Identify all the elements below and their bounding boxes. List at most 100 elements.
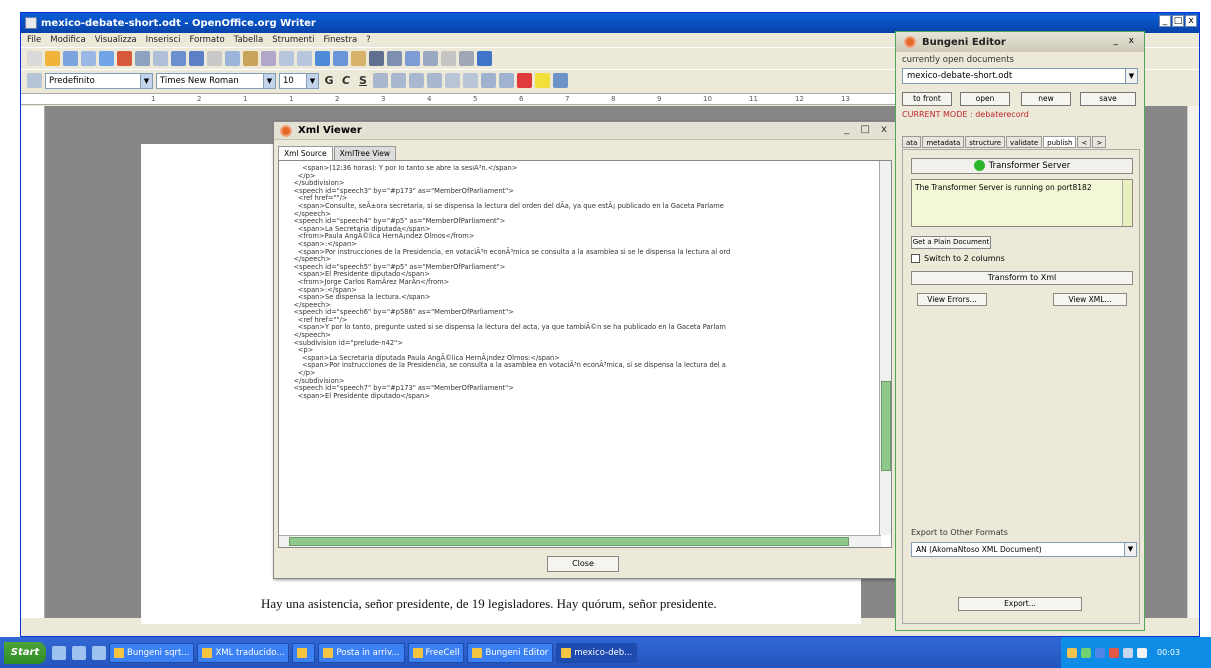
tab-metadata[interactable]: metadata	[922, 136, 965, 148]
horizontal-ruler[interactable]: 1 2 1 1 2 3 4 5 6 7 8 9 10 11 12 13	[21, 93, 901, 105]
transformer-server-button[interactable]: Transformer Server	[911, 158, 1133, 174]
underline-icon[interactable]: S	[356, 74, 370, 88]
start-button[interactable]: Start	[4, 641, 46, 664]
print-icon[interactable]	[135, 51, 150, 66]
export-pdf-icon[interactable]	[117, 51, 132, 66]
taskbar-item[interactable]: Posta in arriv...	[318, 642, 405, 663]
justify-icon[interactable]	[427, 73, 442, 88]
new-button[interactable]: new	[1021, 92, 1071, 106]
tab-xmltree-view[interactable]: XmlTree View	[333, 146, 397, 160]
tray-icon[interactable]	[1095, 647, 1105, 658]
chevron-down-icon[interactable]: ▼	[306, 73, 318, 88]
redo-icon[interactable]	[297, 51, 312, 66]
tab-scroll-left[interactable]: <	[1077, 136, 1092, 148]
chevron-down-icon[interactable]: ▼	[140, 73, 152, 88]
xml-source-text[interactable]: <span>(12:36 horas): Y por lo tanto se a…	[285, 165, 870, 400]
plain-document-button[interactable]: Get a Plain Document	[911, 236, 991, 249]
help-icon[interactable]	[477, 51, 492, 66]
menu-help[interactable]: ?	[366, 35, 371, 45]
xml-viewer-title-bar[interactable]: Xml Viewer	[274, 122, 897, 140]
taskbar-item[interactable]	[292, 642, 316, 663]
to-front-button[interactable]: to front	[902, 92, 952, 106]
paragraph-style-select[interactable]: Predefinito ▼	[45, 72, 153, 89]
writer-title-bar[interactable]: mexico-debate-short.odt - OpenOffice.org…	[21, 13, 1199, 33]
taskbar-item[interactable]: Bungeni Editor	[467, 642, 554, 663]
table-icon[interactable]	[333, 51, 348, 66]
find-replace-icon[interactable]	[369, 51, 384, 66]
tab-data[interactable]: ata	[902, 136, 922, 148]
menu-inserisci[interactable]: Inserisci	[146, 35, 181, 45]
highlight-icon[interactable]	[535, 73, 550, 88]
navigator-icon[interactable]	[387, 51, 402, 66]
menu-file[interactable]: File	[27, 35, 41, 45]
background-color-icon[interactable]	[553, 73, 568, 88]
taskbar-item[interactable]: FreeCell	[407, 642, 465, 663]
clock[interactable]: 00:03	[1157, 648, 1180, 657]
tray-icon[interactable]	[1123, 647, 1133, 658]
menu-finestra[interactable]: Finestra	[323, 35, 357, 45]
tab-validate[interactable]: validate	[1006, 136, 1043, 148]
menu-tabella[interactable]: Tabella	[234, 35, 264, 45]
menu-formato[interactable]: Formato	[190, 35, 225, 45]
xml-vertical-scrollbar[interactable]	[879, 161, 891, 535]
save-icon[interactable]	[63, 51, 78, 66]
xml-viewer-window-controls[interactable]: _ □ x	[844, 124, 891, 135]
hyperlink-icon[interactable]	[315, 51, 330, 66]
font-color-icon[interactable]	[517, 73, 532, 88]
copy-icon[interactable]	[225, 51, 240, 66]
undo-icon[interactable]	[279, 51, 294, 66]
numbering-icon[interactable]	[445, 73, 460, 88]
nonprinting-chars-icon[interactable]	[441, 51, 456, 66]
taskbar-item[interactable]: XML traducido...	[197, 642, 290, 663]
export-format-select[interactable]: AN (AkomaNtoso XML Document) ▼	[911, 542, 1137, 557]
close-button[interactable]: x	[1185, 15, 1197, 27]
draw-functions-icon[interactable]	[351, 51, 366, 66]
chevron-down-icon[interactable]: ▼	[263, 73, 275, 88]
font-size-select[interactable]: 10 ▼	[279, 72, 319, 89]
show-desktop-icon[interactable]	[52, 645, 66, 660]
tab-scroll-right[interactable]: >	[1092, 136, 1107, 148]
taskbar-item[interactable]: Bungeni sqrt...	[109, 642, 195, 663]
xml-close-button[interactable]: Close	[547, 556, 619, 572]
view-xml-button[interactable]: View XML...	[1053, 293, 1127, 306]
maximize-button[interactable]: □	[1172, 15, 1184, 27]
open-document-select[interactable]: mexico-debate-short.odt ▼	[902, 68, 1138, 84]
xml-vertical-scroll-thumb[interactable]	[881, 381, 891, 471]
browser-icon[interactable]	[72, 645, 86, 660]
email-icon[interactable]	[81, 51, 96, 66]
tab-publish[interactable]: publish	[1043, 136, 1077, 148]
styles-icon[interactable]	[27, 73, 42, 88]
align-left-icon[interactable]	[373, 73, 388, 88]
menu-visualizza[interactable]: Visualizza	[95, 35, 137, 45]
bold-icon[interactable]: G	[322, 74, 336, 88]
increase-indent-icon[interactable]	[499, 73, 514, 88]
tab-structure[interactable]: structure	[965, 136, 1006, 148]
view-errors-button[interactable]: View Errors...	[917, 293, 987, 306]
export-button[interactable]: Export...	[958, 597, 1082, 611]
open-folder-icon[interactable]	[45, 51, 60, 66]
xml-source-pane[interactable]: <span>(12:36 horas): Y por lo tanto se a…	[278, 160, 892, 548]
page-preview-icon[interactable]	[153, 51, 168, 66]
save-button[interactable]: save	[1080, 92, 1136, 106]
italic-icon[interactable]: C	[339, 74, 353, 88]
align-right-icon[interactable]	[409, 73, 424, 88]
tab-xml-source[interactable]: Xml Source	[278, 146, 333, 160]
spellcheck-icon[interactable]	[171, 51, 186, 66]
chevron-down-icon[interactable]: ▼	[1124, 543, 1136, 556]
paste-icon[interactable]	[243, 51, 258, 66]
menu-strumenti[interactable]: Strumenti	[272, 35, 314, 45]
format-paintbrush-icon[interactable]	[261, 51, 276, 66]
bungeni-window-controls[interactable]: _ x	[1113, 36, 1138, 46]
tray-icon[interactable]	[1137, 647, 1147, 658]
checkbox-icon[interactable]	[911, 254, 920, 263]
open-button[interactable]: open	[960, 92, 1010, 106]
xml-horizontal-scrollbar[interactable]	[279, 535, 881, 547]
new-doc-icon[interactable]	[27, 51, 42, 66]
status-scrollbar[interactable]	[1122, 180, 1132, 226]
bungeni-title-bar[interactable]: Bungeni Editor	[896, 32, 1144, 52]
autospell-icon[interactable]	[189, 51, 204, 66]
font-name-select[interactable]: Times New Roman ▼	[156, 72, 276, 89]
tray-icon[interactable]	[1067, 647, 1077, 658]
tray-icon[interactable]	[1081, 647, 1091, 658]
mail-icon[interactable]	[92, 645, 106, 660]
